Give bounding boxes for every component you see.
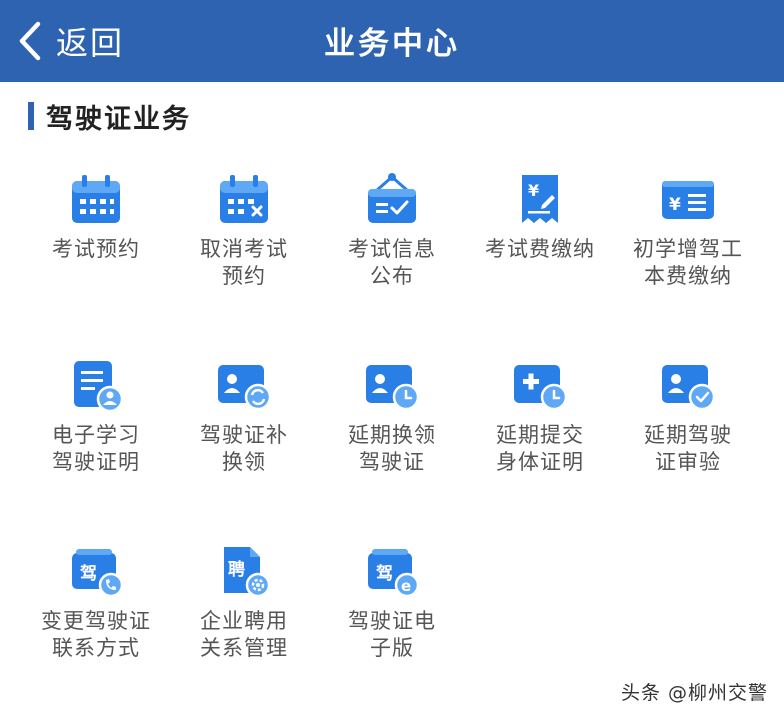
service-grid: 考试预约 取消考试 预约 考试信息 公布 ¥ 考试费缴纳 ¥ 初学增驾工 本费缴… bbox=[22, 168, 762, 726]
tile-delay-health-proof[interactable]: 延期提交 身体证明 bbox=[466, 354, 614, 540]
svg-text:¥: ¥ bbox=[528, 181, 539, 200]
tile-label: 延期提交 身体证明 bbox=[496, 423, 584, 474]
tile-delay-license-renewal[interactable]: 延期换领 驾驶证 bbox=[318, 354, 466, 540]
svg-text:驾: 驾 bbox=[376, 564, 393, 584]
tile-exam-info[interactable]: 考试信息 公布 bbox=[318, 168, 466, 354]
tile-employment-management[interactable]: 聘 企业聘用 关系管理 bbox=[170, 540, 318, 726]
license-phone-icon: 驾 bbox=[65, 540, 127, 602]
tile-delay-license-review[interactable]: 延期驾驶 证审验 bbox=[614, 354, 762, 540]
app-header: 返回 业务中心 bbox=[0, 0, 784, 82]
tile-label: 变更驾驶证 联系方式 bbox=[41, 609, 151, 660]
svg-text:e: e bbox=[401, 577, 411, 595]
tile-label: 考试信息 公布 bbox=[348, 237, 436, 288]
tile-label: 考试预约 bbox=[52, 237, 140, 261]
section-title: 驾驶证业务 bbox=[46, 103, 191, 135]
calendar-icon bbox=[65, 168, 127, 230]
section-header: 驾驶证业务 bbox=[28, 100, 191, 135]
tile-e-license[interactable]: 驾 e 驾驶证电 子版 bbox=[318, 540, 466, 726]
page-title: 业务中心 bbox=[324, 26, 460, 62]
medical-clock-icon bbox=[509, 354, 571, 416]
calendar-cancel-icon bbox=[213, 168, 275, 230]
tile-label: 驾驶证电 子版 bbox=[348, 609, 436, 660]
watermark: 头条 @柳州交警 bbox=[620, 682, 768, 704]
tile-change-contact[interactable]: 驾 变更驾驶证 联系方式 bbox=[22, 540, 170, 726]
receipt-yen-icon: ¥ bbox=[509, 168, 571, 230]
tile-label: 取消考试 预约 bbox=[200, 237, 288, 288]
id-card-clock-icon bbox=[361, 354, 423, 416]
tile-e-study-proof[interactable]: 电子学习 驾驶证明 bbox=[22, 354, 170, 540]
hire-document-gear-icon: 聘 bbox=[213, 540, 275, 602]
tile-label: 电子学习 驾驶证明 bbox=[52, 423, 140, 474]
notice-board-icon bbox=[361, 168, 423, 230]
tile-label: 驾驶证补 换领 bbox=[200, 423, 288, 474]
tile-label: 初学增驾工 本费缴纳 bbox=[633, 237, 743, 288]
svg-text:聘: 聘 bbox=[228, 559, 245, 580]
tile-exam-booking[interactable]: 考试预约 bbox=[22, 168, 170, 354]
tile-learner-fee[interactable]: ¥ 初学增驾工 本费缴纳 bbox=[614, 168, 762, 354]
id-card-check-icon bbox=[657, 354, 719, 416]
document-user-icon bbox=[65, 354, 127, 416]
svg-text:¥: ¥ bbox=[669, 195, 681, 215]
tile-label: 企业聘用 关系管理 bbox=[200, 609, 288, 660]
tile-cancel-exam-booking[interactable]: 取消考试 预约 bbox=[170, 168, 318, 354]
tile-label: 考试费缴纳 bbox=[485, 237, 595, 261]
tile-license-replace[interactable]: 驾驶证补 换领 bbox=[170, 354, 318, 540]
svg-text:驾: 驾 bbox=[80, 564, 97, 584]
tile-exam-fee[interactable]: ¥ 考试费缴纳 bbox=[466, 168, 614, 354]
tile-label: 延期驾驶 证审验 bbox=[644, 423, 732, 474]
license-e-icon: 驾 e bbox=[361, 540, 423, 602]
id-card-refresh-icon bbox=[213, 354, 275, 416]
tile-label: 延期换领 驾驶证 bbox=[348, 423, 436, 474]
yen-card-icon: ¥ bbox=[657, 168, 719, 230]
section-accent-bar bbox=[28, 102, 34, 130]
